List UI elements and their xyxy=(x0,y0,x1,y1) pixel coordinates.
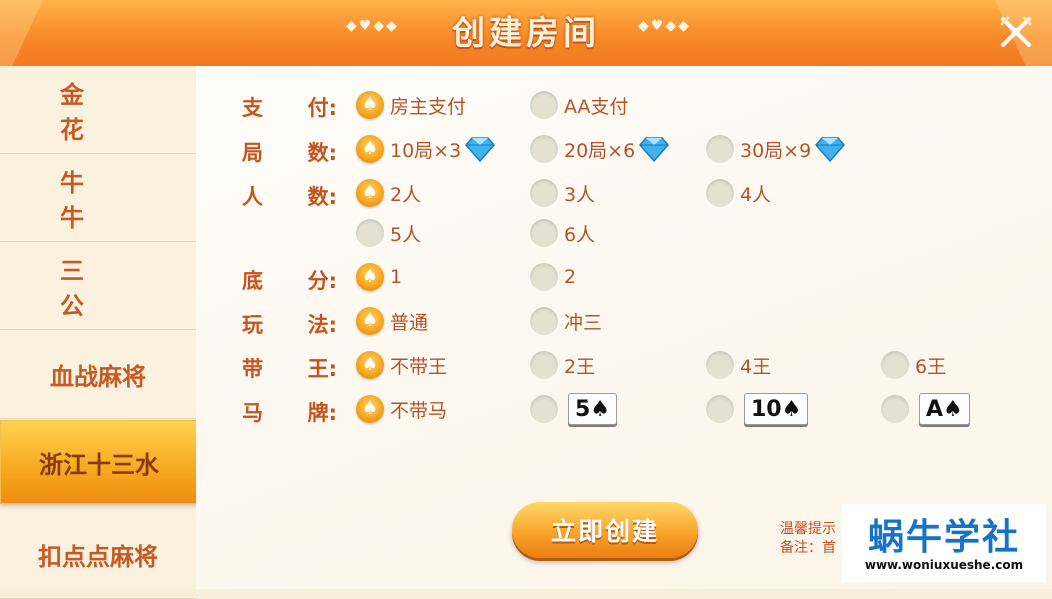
label-play-mode: 玩法: xyxy=(242,313,337,337)
radio-selected-icon xyxy=(356,351,384,379)
label-players: 人数: xyxy=(242,185,337,209)
option-base-2[interactable]: 2 xyxy=(530,262,576,292)
watermark-name: 蜗牛学社 xyxy=(867,517,1020,558)
radio-empty-icon xyxy=(706,179,734,207)
radio-empty-icon xyxy=(356,219,384,247)
radio-empty-icon xyxy=(530,179,558,207)
radio-selected-icon xyxy=(356,135,384,163)
radio-selected-icon xyxy=(356,307,384,335)
radio-empty-icon xyxy=(530,307,558,335)
radio-empty-icon xyxy=(706,135,734,163)
tip-line-2: 备注：首 xyxy=(780,540,836,556)
radio-empty-icon xyxy=(530,135,558,163)
option-4-players[interactable]: 4人 xyxy=(706,178,771,208)
radio-empty-icon xyxy=(530,91,558,119)
sidebar-item-sangong[interactable]: 三公 xyxy=(0,242,196,330)
option-host-pay[interactable]: 房主支付 xyxy=(356,90,466,120)
label-rounds: 局数: xyxy=(242,141,337,165)
playing-card-10-spades: 10♠ xyxy=(744,393,809,425)
radio-empty-icon xyxy=(881,351,909,379)
radio-empty-icon xyxy=(530,219,558,247)
radio-empty-icon xyxy=(881,395,909,423)
option-6-players[interactable]: 6人 xyxy=(530,218,595,248)
option-horse-5-spades[interactable]: 5♠ xyxy=(530,393,618,425)
sidebar-item-jinhua[interactable]: 金花 xyxy=(0,66,196,154)
diamond-icon xyxy=(465,137,496,162)
radio-empty-icon xyxy=(530,263,558,291)
option-no-joker[interactable]: 不带王 xyxy=(356,350,447,380)
title-suits-right: ◆♥◆◆ xyxy=(638,18,691,34)
option-mode-normal[interactable]: 普通 xyxy=(356,306,428,336)
close-button[interactable] xyxy=(994,10,1038,54)
option-base-1[interactable]: 1 xyxy=(356,262,402,292)
sidebar-item-zhejiang-shisanshui[interactable]: 浙江十三水 xyxy=(0,420,198,504)
option-6-jokers[interactable]: 6王 xyxy=(881,350,946,380)
option-5-players[interactable]: 5人 xyxy=(356,218,421,248)
playing-card-5-spades: 5♠ xyxy=(568,393,618,425)
label-horse-card: 马牌: xyxy=(242,401,337,425)
diamond-icon xyxy=(639,137,670,162)
radio-selected-icon xyxy=(356,91,384,119)
close-x-icon xyxy=(1000,16,1032,47)
watermark-logo: 蜗牛学社 www.woniuxueshe.com xyxy=(842,504,1046,582)
option-2-jokers[interactable]: 2王 xyxy=(530,350,595,380)
option-10-rounds[interactable]: 10局×3 xyxy=(356,134,496,164)
label-jokers: 带王: xyxy=(242,357,337,381)
page-title: 创建房间 xyxy=(452,13,600,52)
sidebar-item-xuezhan-majiang[interactable]: 血战麻将 xyxy=(0,330,196,419)
radio-empty-icon xyxy=(706,395,734,423)
option-30-rounds[interactable]: 30局×9 xyxy=(706,134,846,164)
option-3-players[interactable]: 3人 xyxy=(530,178,595,208)
option-no-horse[interactable]: 不带马 xyxy=(356,394,447,424)
option-2-players[interactable]: 2人 xyxy=(356,178,421,208)
diamond-icon xyxy=(815,137,846,162)
create-room-button[interactable]: 立即创建 xyxy=(512,502,698,558)
label-pay: 支付: xyxy=(242,96,337,120)
radio-selected-icon xyxy=(356,179,384,207)
option-aa-pay[interactable]: AA支付 xyxy=(530,90,629,120)
watermark-url: www.woniuxueshe.com xyxy=(864,558,1024,572)
radio-empty-icon xyxy=(530,351,558,379)
tip-line-1: 温馨提示 xyxy=(780,521,836,537)
radio-empty-icon xyxy=(706,351,734,379)
option-horse-10-spades[interactable]: 10♠ xyxy=(706,393,809,425)
radio-selected-icon xyxy=(356,395,384,423)
option-4-jokers[interactable]: 4王 xyxy=(706,350,771,380)
option-20-rounds[interactable]: 20局×6 xyxy=(530,134,670,164)
radio-selected-icon xyxy=(356,263,384,291)
radio-empty-icon xyxy=(530,395,558,423)
label-base-score: 底分: xyxy=(242,269,337,293)
option-horse-a-spades[interactable]: A♠ xyxy=(881,393,970,425)
sidebar-item-koudiandian-majiang[interactable]: 扣点点麻将 xyxy=(0,510,196,599)
option-mode-chongsan[interactable]: 冲三 xyxy=(530,306,602,336)
game-sidebar: 金花 牛牛 三公 血战麻将 浙江十三水 扣点点麻将 xyxy=(0,66,198,599)
header-bar: ◆♥◆◆ 创建房间 ◆♥◆◆ xyxy=(0,0,1052,66)
sidebar-item-niuniu[interactable]: 牛牛 xyxy=(0,154,196,242)
playing-card-a-spades: A♠ xyxy=(919,393,970,425)
